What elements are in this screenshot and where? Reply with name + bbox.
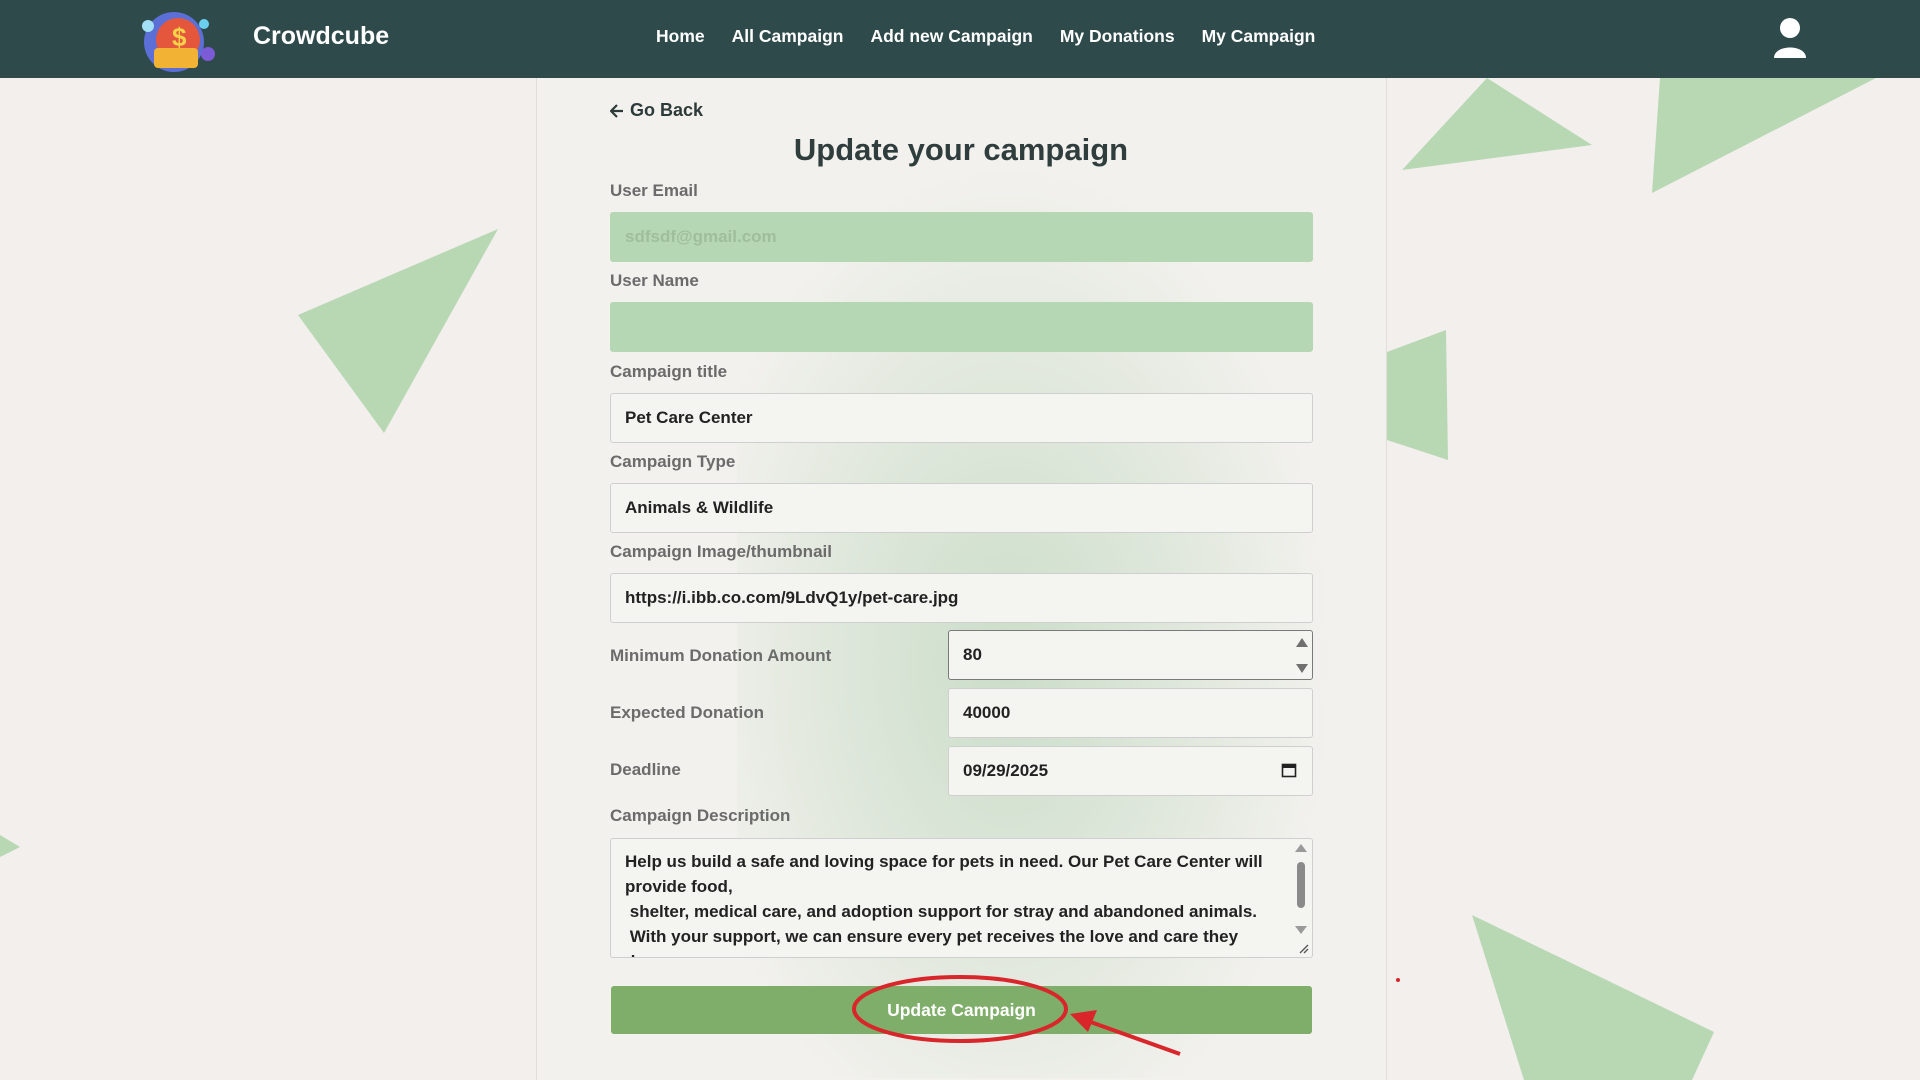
nav-home[interactable]: Home — [656, 26, 705, 47]
bg-triangle — [1472, 915, 1714, 1080]
nav-my-campaign[interactable]: My Campaign — [1202, 26, 1316, 47]
campaign-type-label: Campaign Type — [610, 452, 736, 471]
user-email-label: User Email — [610, 181, 698, 200]
campaign-image-label: Campaign Image/thumbnail — [610, 542, 832, 561]
brand-name[interactable]: Crowdcube — [253, 22, 389, 51]
textarea-scrollbar[interactable] — [1293, 842, 1309, 954]
expected-donation-field[interactable] — [948, 688, 1313, 738]
user-name-field[interactable] — [610, 302, 1313, 352]
page-title: Update your campaign — [793, 132, 1129, 167]
deadline-field[interactable] — [948, 746, 1313, 796]
campaign-image-field[interactable] — [610, 573, 1313, 623]
go-back-link[interactable]: Go Back — [610, 100, 703, 121]
user-email-field[interactable] — [610, 212, 1313, 262]
crowdcube-logo[interactable]: $ — [134, 4, 220, 74]
bg-triangle — [1387, 330, 1448, 460]
campaign-title-label: Campaign title — [610, 362, 728, 381]
bg-triangle — [298, 229, 498, 433]
bg-triangle — [1402, 78, 1592, 170]
resize-handle-icon[interactable] — [1297, 942, 1309, 954]
update-campaign-button[interactable]: Update Campaign — [611, 986, 1312, 1034]
nav-add-new-campaign[interactable]: Add new Campaign — [870, 26, 1032, 47]
nav-links: Home All Campaign Add new Campaign My Do… — [656, 26, 1315, 47]
user-name-label: User Name — [610, 271, 699, 290]
campaign-title-field[interactable] — [610, 393, 1313, 443]
spinner-icon[interactable] — [1295, 634, 1309, 676]
bg-triangle — [1652, 78, 1876, 193]
description-label: Campaign Description — [610, 806, 791, 825]
expected-donation-label: Expected Donation — [610, 703, 764, 722]
go-back-label: Go Back — [630, 100, 704, 120]
nav-all-campaign[interactable]: All Campaign — [732, 26, 844, 47]
arrow-left-icon — [610, 103, 623, 118]
bg-triangle — [0, 835, 20, 857]
svg-text:$: $ — [172, 22, 187, 52]
deadline-label: Deadline — [610, 760, 681, 779]
nav-my-donations[interactable]: My Donations — [1060, 26, 1175, 47]
description-textarea[interactable]: Help us build a safe and loving space fo… — [610, 838, 1313, 958]
campaign-type-field[interactable] — [610, 483, 1313, 533]
user-icon[interactable] — [1772, 16, 1808, 60]
min-donation-label: Minimum Donation Amount — [610, 646, 832, 665]
navbar: $ Crowdcube Home All Campaign Add new Ca… — [0, 0, 1920, 78]
calendar-icon[interactable] — [1281, 762, 1297, 778]
min-donation-field[interactable] — [948, 630, 1313, 680]
